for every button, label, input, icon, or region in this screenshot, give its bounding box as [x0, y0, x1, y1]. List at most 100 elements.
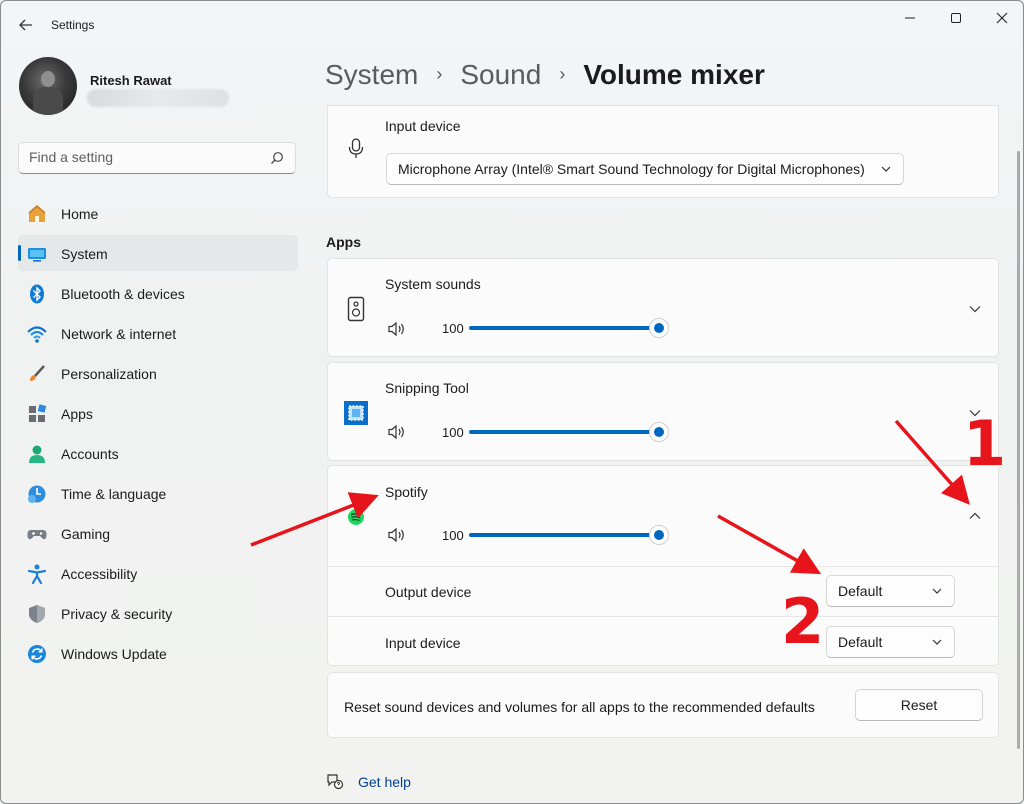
- chevron-down-icon: [932, 588, 942, 594]
- sidebar-item-time-language[interactable]: Time & language: [18, 475, 298, 511]
- avatar[interactable]: [19, 57, 77, 115]
- breadcrumb-separator-icon: ›: [559, 63, 566, 84]
- volume-slider-thumb[interactable]: [649, 525, 669, 545]
- sidebar-item-privacy-security[interactable]: Privacy & security: [18, 595, 298, 631]
- expand-chevron-down-icon[interactable]: [967, 301, 983, 317]
- volume-value: 100: [442, 528, 464, 543]
- volume-slider-track[interactable]: [469, 430, 659, 434]
- volume-value: 100: [442, 425, 464, 440]
- profile-email-redacted: [87, 89, 229, 107]
- bluetooth-icon: [26, 283, 48, 305]
- volume-icon[interactable]: [387, 424, 407, 440]
- volume-icon[interactable]: [387, 321, 407, 337]
- help-icon: [327, 774, 344, 790]
- input-device-app-selected: Default: [838, 634, 883, 650]
- search-input[interactable]: [29, 149, 259, 165]
- input-device-dropdown[interactable]: Microphone Array (Intel® Smart Sound Tec…: [386, 153, 904, 185]
- sidebar-item-label: Time & language: [61, 486, 167, 502]
- output-device-label: Output device: [385, 584, 472, 600]
- back-arrow-icon: [19, 19, 32, 31]
- sidebar-item-windows-update[interactable]: Windows Update: [18, 635, 298, 671]
- sidebar-item-home[interactable]: Home: [18, 195, 298, 231]
- apps-icon: [26, 403, 48, 425]
- sidebar-item-system[interactable]: System: [18, 235, 298, 271]
- sidebar-item-network[interactable]: Network & internet: [18, 315, 298, 351]
- chevron-down-icon: [881, 166, 891, 172]
- input-device-app-dropdown[interactable]: Default: [826, 626, 955, 658]
- sidebar-item-label: Accessibility: [61, 566, 138, 582]
- gaming-icon: [26, 523, 48, 545]
- shield-icon: [26, 603, 48, 625]
- sidebar-item-label: Windows Update: [61, 646, 167, 662]
- microphone-icon: [348, 138, 364, 158]
- divider: [328, 616, 998, 617]
- output-device-dropdown[interactable]: Default: [826, 575, 955, 607]
- volume-slider-track[interactable]: [469, 533, 659, 537]
- brush-icon: [26, 363, 48, 385]
- breadcrumb-separator-icon: ›: [436, 63, 443, 84]
- sidebar-item-bluetooth[interactable]: Bluetooth & devices: [18, 275, 298, 311]
- breadcrumb-system[interactable]: System: [325, 59, 418, 91]
- close-icon: [996, 12, 1008, 24]
- scrollbar[interactable]: [1017, 151, 1020, 749]
- sidebar-item-label: System: [61, 246, 108, 262]
- title-bar: Settings: [1, 1, 1023, 49]
- system-icon: [26, 243, 48, 265]
- output-device-selected: Default: [838, 583, 883, 599]
- input-device-selected: Microphone Array (Intel® Smart Sound Tec…: [398, 161, 865, 177]
- speaker-device-icon: [347, 296, 365, 322]
- breadcrumb: System › Sound › Volume mixer: [325, 59, 765, 91]
- chevron-down-icon: [932, 639, 942, 645]
- sidebar-item-label: Personalization: [61, 366, 157, 382]
- reset-description: Reset sound devices and volumes for all …: [344, 699, 815, 715]
- maximize-button[interactable]: [933, 7, 979, 29]
- divider: [328, 566, 998, 567]
- accounts-icon: [26, 443, 48, 465]
- breadcrumb-sound[interactable]: Sound: [460, 59, 541, 91]
- sidebar-item-label: Apps: [61, 406, 93, 422]
- volume-icon[interactable]: [387, 527, 407, 543]
- back-button[interactable]: [15, 14, 37, 36]
- profile-name: Ritesh Rawat: [90, 73, 172, 88]
- search-box[interactable]: [18, 142, 296, 174]
- app-card-snipping-tool[interactable]: Snipping Tool 100: [327, 362, 999, 461]
- app-card-spotify[interactable]: Spotify 100 Output device Default Input …: [327, 465, 999, 666]
- close-button[interactable]: [979, 7, 1023, 29]
- input-device-title: Input device: [385, 118, 461, 134]
- volume-slider-thumb[interactable]: [649, 422, 669, 442]
- minimize-button[interactable]: [887, 7, 933, 29]
- input-device-label: Input device: [385, 635, 461, 651]
- network-icon: [26, 323, 48, 345]
- snipping-tool-icon: [344, 401, 368, 425]
- app-name: Snipping Tool: [385, 380, 469, 396]
- sidebar-item-label: Gaming: [61, 526, 111, 542]
- reset-card: Reset sound devices and volumes for all …: [327, 672, 999, 738]
- sidebar-item-accounts[interactable]: Accounts: [18, 435, 298, 471]
- annotation-number-two: 2: [781, 585, 825, 658]
- accessibility-icon: [26, 563, 48, 585]
- time-language-icon: [26, 483, 48, 505]
- apps-section-label: Apps: [326, 234, 361, 250]
- sidebar-item-label: Network & internet: [61, 326, 177, 342]
- volume-slider-track[interactable]: [469, 326, 659, 330]
- app-name: System sounds: [385, 276, 481, 292]
- sidebar-item-gaming[interactable]: Gaming: [18, 515, 298, 551]
- sidebar-item-apps[interactable]: Apps: [18, 395, 298, 431]
- home-icon: [26, 203, 48, 225]
- sidebar-item-personalization[interactable]: Personalization: [18, 355, 298, 391]
- reset-button[interactable]: Reset: [855, 689, 983, 721]
- sidebar-item-label: Accounts: [61, 446, 119, 462]
- search-icon: [271, 152, 283, 164]
- sidebar-item-label: Home: [61, 206, 99, 222]
- sidebar-item-label: Bluetooth & devices: [61, 286, 185, 302]
- app-card-system-sounds[interactable]: System sounds 100: [327, 258, 999, 357]
- sidebar-item-label: Privacy & security: [61, 606, 173, 622]
- spotify-icon: [348, 509, 364, 525]
- annotation-number-one: 1: [963, 407, 1007, 480]
- app-name: Spotify: [385, 484, 428, 500]
- volume-value: 100: [442, 321, 464, 336]
- collapse-chevron-up-icon[interactable]: [967, 508, 983, 524]
- volume-slider-thumb[interactable]: [649, 318, 669, 338]
- sidebar-item-accessibility[interactable]: Accessibility: [18, 555, 298, 591]
- get-help-link[interactable]: Get help: [358, 774, 411, 790]
